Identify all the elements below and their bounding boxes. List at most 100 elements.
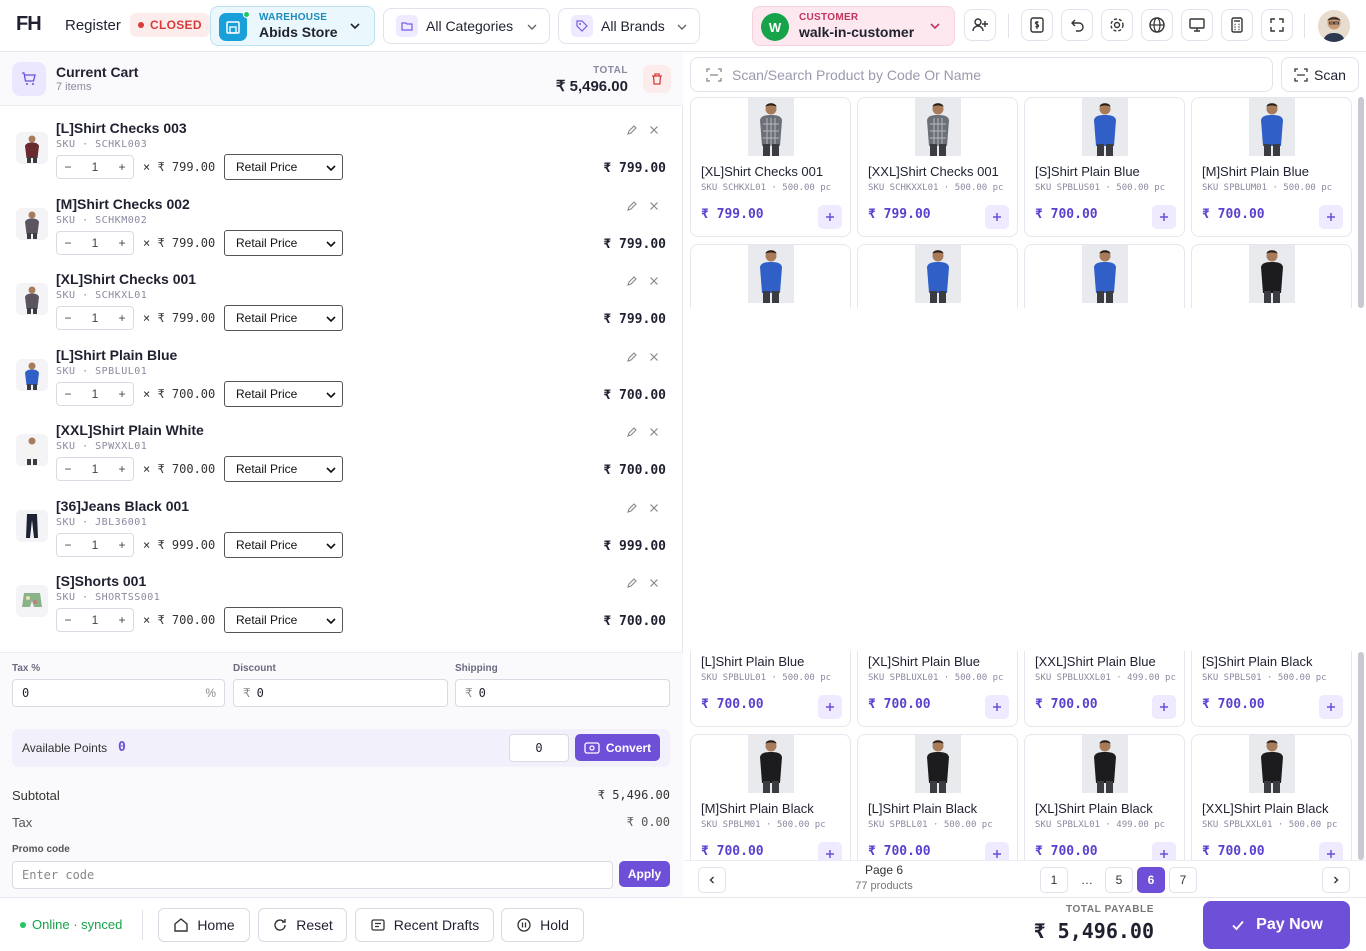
product-card[interactable]: [XXL]Shirt Plain Black SKU SPBLXXL01 · 50… [1191,734,1352,874]
product-image [748,245,794,303]
add-to-cart-button[interactable] [985,205,1009,229]
edit-item-button[interactable] [626,124,638,136]
product-search-input[interactable]: Scan/Search Product by Code Or Name [690,57,1273,92]
calculator-button[interactable] [1221,9,1253,41]
scrollbar-thumb[interactable] [1358,652,1364,860]
product-card[interactable]: [S]Shirt Plain Blue SKU SPBLUS01 · 500.00… [1024,97,1185,237]
promo-input[interactable]: Enter code [12,861,613,889]
edit-item-button[interactable] [626,275,638,287]
add-customer-button[interactable] [964,9,996,41]
user-avatar[interactable] [1318,10,1350,42]
edit-item-button[interactable] [626,351,638,363]
customer-selector[interactable]: W CUSTOMER walk-in-customer [752,6,955,46]
pause-icon [517,918,531,932]
increase-qty-button[interactable]: + [111,613,133,627]
tax-input[interactable]: 0 % [12,679,225,707]
decrease-qty-button[interactable]: − [57,311,79,325]
points-input[interactable]: 0 [509,734,569,762]
price-type-select[interactable]: Retail Price [224,456,343,482]
remove-item-button[interactable] [648,275,660,287]
add-to-cart-button[interactable] [1152,695,1176,719]
remove-item-button[interactable] [648,124,660,136]
shipping-input[interactable]: ₹ 0 [455,679,670,707]
page-button[interactable]: 7 [1169,867,1197,893]
quantity-stepper[interactable]: −1 + [56,306,134,330]
hold-button[interactable]: Hold [501,908,584,942]
add-to-cart-button[interactable] [818,695,842,719]
next-page-button[interactable] [1322,867,1350,893]
page-button[interactable]: 6 [1137,867,1165,893]
increase-qty-button[interactable]: + [111,160,133,174]
price-type-select[interactable]: Retail Price [224,531,343,558]
cash-register-button[interactable] [1021,9,1053,41]
price-type-select[interactable]: Retail Price [224,607,343,633]
increase-qty-button[interactable]: + [111,236,133,250]
product-card[interactable]: [M]Shirt Plain Black SKU SPBLM01 · 500.00… [690,734,851,874]
decrease-qty-button[interactable]: − [57,236,79,250]
quantity-stepper[interactable]: −1 + [56,155,134,179]
home-button[interactable]: Home [158,908,250,942]
price-type-select[interactable]: Retail Price [224,229,343,256]
quantity-stepper[interactable]: −1 + [56,230,134,255]
reset-button[interactable]: Reset [258,908,347,942]
decrease-qty-button[interactable]: − [57,462,79,476]
edit-item-button[interactable] [626,502,638,514]
increase-qty-button[interactable]: + [111,538,133,552]
line-total: ₹ 799.00 [603,236,666,252]
quantity-stepper[interactable]: −1 + [56,532,134,557]
decrease-qty-button[interactable]: − [57,538,79,552]
product-card[interactable]: [XXL]Shirt Checks 001 SKU SCHKXXL01 · 500… [857,97,1018,237]
price-type-select[interactable]: Retail Price [224,154,343,180]
edit-item-button[interactable] [626,577,638,589]
remove-item-button[interactable] [648,426,660,438]
product-card[interactable]: [XL]Shirt Checks 001 SKU SCHKXL01 · 500.0… [690,97,851,237]
decrease-qty-button[interactable]: − [57,387,79,401]
page-button[interactable]: 5 [1105,867,1133,893]
decrease-qty-button[interactable]: − [57,160,79,174]
brand-select[interactable]: All Brands [558,8,700,44]
scrollbar-thumb[interactable] [1358,97,1364,308]
bottom-bar: Online · synced Home Reset Recent Drafts… [0,897,1366,951]
add-to-cart-button[interactable] [1319,695,1343,719]
prev-page-button[interactable] [698,867,726,893]
quantity-stepper[interactable]: −1 + [56,457,134,481]
price-type-select[interactable]: Retail Price [224,380,343,407]
quantity-value: 1 [91,160,99,174]
product-card[interactable]: [L]Shirt Plain Black SKU SPBLL01 · 500.00… [857,734,1018,874]
quantity-stepper[interactable]: −1 + [56,381,134,406]
recent-drafts-button[interactable]: Recent Drafts [355,908,494,942]
remove-item-button[interactable] [648,502,660,514]
undo-button[interactable] [1061,9,1093,41]
product-card[interactable]: [XL]Shirt Plain Black SKU SPBLXL01 · 499.… [1024,734,1185,874]
increase-qty-button[interactable]: + [111,387,133,401]
scan-button[interactable]: Scan [1281,57,1359,92]
quantity-stepper[interactable]: −1 + [56,608,134,632]
edit-item-button[interactable] [626,426,638,438]
price-type-select[interactable]: Retail Price [224,305,343,331]
add-to-cart-button[interactable] [818,205,842,229]
decrease-qty-button[interactable]: − [57,613,79,627]
add-to-cart-button[interactable] [985,695,1009,719]
fullscreen-button[interactable] [1261,9,1293,41]
convert-button[interactable]: Convert [575,734,660,761]
add-to-cart-button[interactable] [1319,205,1343,229]
clear-cart-button[interactable] [643,65,671,93]
increase-qty-button[interactable]: + [111,311,133,325]
warehouse-selector[interactable]: WAREHOUSE Abids Store [210,6,375,46]
page-button[interactable]: 1 [1040,867,1068,893]
edit-item-button[interactable] [626,200,638,212]
settings-button[interactable] [1101,9,1133,41]
pay-now-button[interactable]: Pay Now [1203,901,1350,949]
add-to-cart-button[interactable] [1152,205,1176,229]
app-logo[interactable]: FH [16,13,42,36]
language-button[interactable] [1141,9,1173,41]
increase-qty-button[interactable]: + [111,462,133,476]
remove-item-button[interactable] [648,200,660,212]
discount-input[interactable]: ₹ 0 [233,679,448,707]
product-card[interactable]: [M]Shirt Plain Blue SKU SPBLUM01 · 500.00… [1191,97,1352,237]
apply-promo-button[interactable]: Apply [619,861,670,887]
customer-display-button[interactable] [1181,9,1213,41]
category-select[interactable]: All Categories [383,8,550,44]
remove-item-button[interactable] [648,351,660,363]
remove-item-button[interactable] [648,577,660,589]
